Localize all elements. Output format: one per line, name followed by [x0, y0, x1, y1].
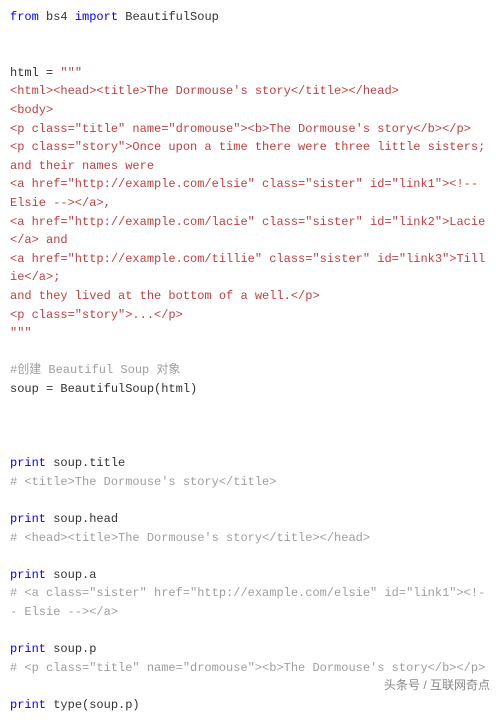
str-line: <p class="title" name="dromouse"><b>The …: [10, 122, 471, 136]
keyword-from: from: [10, 10, 39, 24]
keyword-print: print: [10, 698, 46, 712]
str-line: <a href="http://example.com/lacie" class…: [10, 215, 485, 248]
comment-output: # <p class="title" name="dromouse"><b>Th…: [10, 661, 485, 675]
assign-soup: soup = BeautifulSoup(html): [10, 382, 197, 396]
class-name: BeautifulSoup: [125, 10, 219, 24]
comment-output: # <title>The Dormouse's story</title>: [10, 475, 276, 489]
keyword-import: import: [75, 10, 118, 24]
str-line: <p class="story">...</p>: [10, 308, 183, 322]
keyword-print: print: [10, 456, 46, 470]
str-close: """: [10, 326, 32, 340]
comment-create: #创建 Beautiful Soup 对象: [10, 363, 180, 377]
code-block: from bs4 import BeautifulSoup html = """…: [10, 8, 490, 715]
expr: soup.head: [46, 512, 118, 526]
expr: type(soup.p): [46, 698, 140, 712]
module-bs4: bs4: [46, 10, 68, 24]
str-line: <body>: [10, 103, 53, 117]
str-line: <html><head><title>The Dormouse's story<…: [10, 84, 399, 98]
keyword-print: print: [10, 512, 46, 526]
str-line: <a href="http://example.com/tillie" clas…: [10, 252, 485, 285]
str-open: """: [60, 66, 82, 80]
comment-output: # <a class="sister" href="http://example…: [10, 586, 485, 619]
str-line: <a href="http://example.com/elsie" class…: [10, 177, 485, 210]
str-line: and they lived at the bottom of a well.<…: [10, 289, 320, 303]
expr: soup.p: [46, 642, 96, 656]
var-html: html =: [10, 66, 60, 80]
keyword-print: print: [10, 568, 46, 582]
keyword-print: print: [10, 642, 46, 656]
comment-output: # <head><title>The Dormouse's story</tit…: [10, 531, 370, 545]
watermark: 头条号 / 互联网奇点: [384, 676, 490, 695]
expr: soup.a: [46, 568, 96, 582]
expr: soup.title: [46, 456, 125, 470]
str-line: <p class="story">Once upon a time there …: [10, 140, 492, 173]
